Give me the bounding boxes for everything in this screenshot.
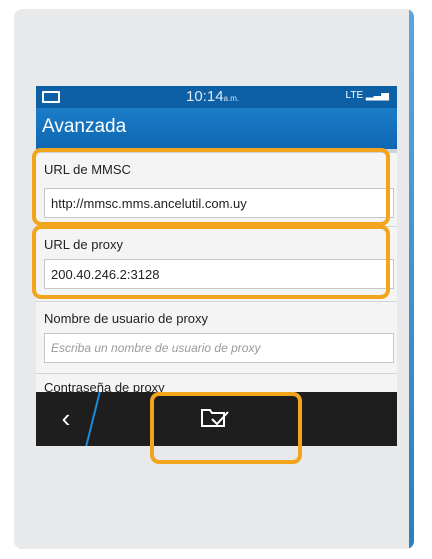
page-title: Avanzada (42, 116, 127, 137)
chevron-left-icon: ‹ (61, 403, 71, 433)
proxy-user-field[interactable]: Escriba un nombre de usuario de proxy (44, 333, 394, 363)
clock: 10:14a.m. (186, 88, 239, 105)
clock-ampm: a.m. (223, 94, 240, 103)
battery-icon (42, 91, 60, 103)
proxy-user-label: Nombre de usuario de proxy (44, 311, 209, 326)
status-bar: 10:14a.m. LTE ▂▃▅ (36, 86, 397, 108)
network-label: LTE (345, 90, 364, 101)
mmsc-highlight (32, 148, 390, 226)
title-bar: Avanzada (36, 108, 397, 149)
network-indicator: LTE ▂▃▅ (346, 90, 389, 101)
card-edge (409, 9, 414, 549)
signal-icon: ▂▃▅ (365, 90, 389, 101)
proxy-highlight (32, 225, 390, 299)
clock-time: 10:14 (186, 88, 224, 105)
divider (36, 301, 397, 302)
divider (36, 373, 397, 374)
save-highlight (150, 392, 302, 464)
